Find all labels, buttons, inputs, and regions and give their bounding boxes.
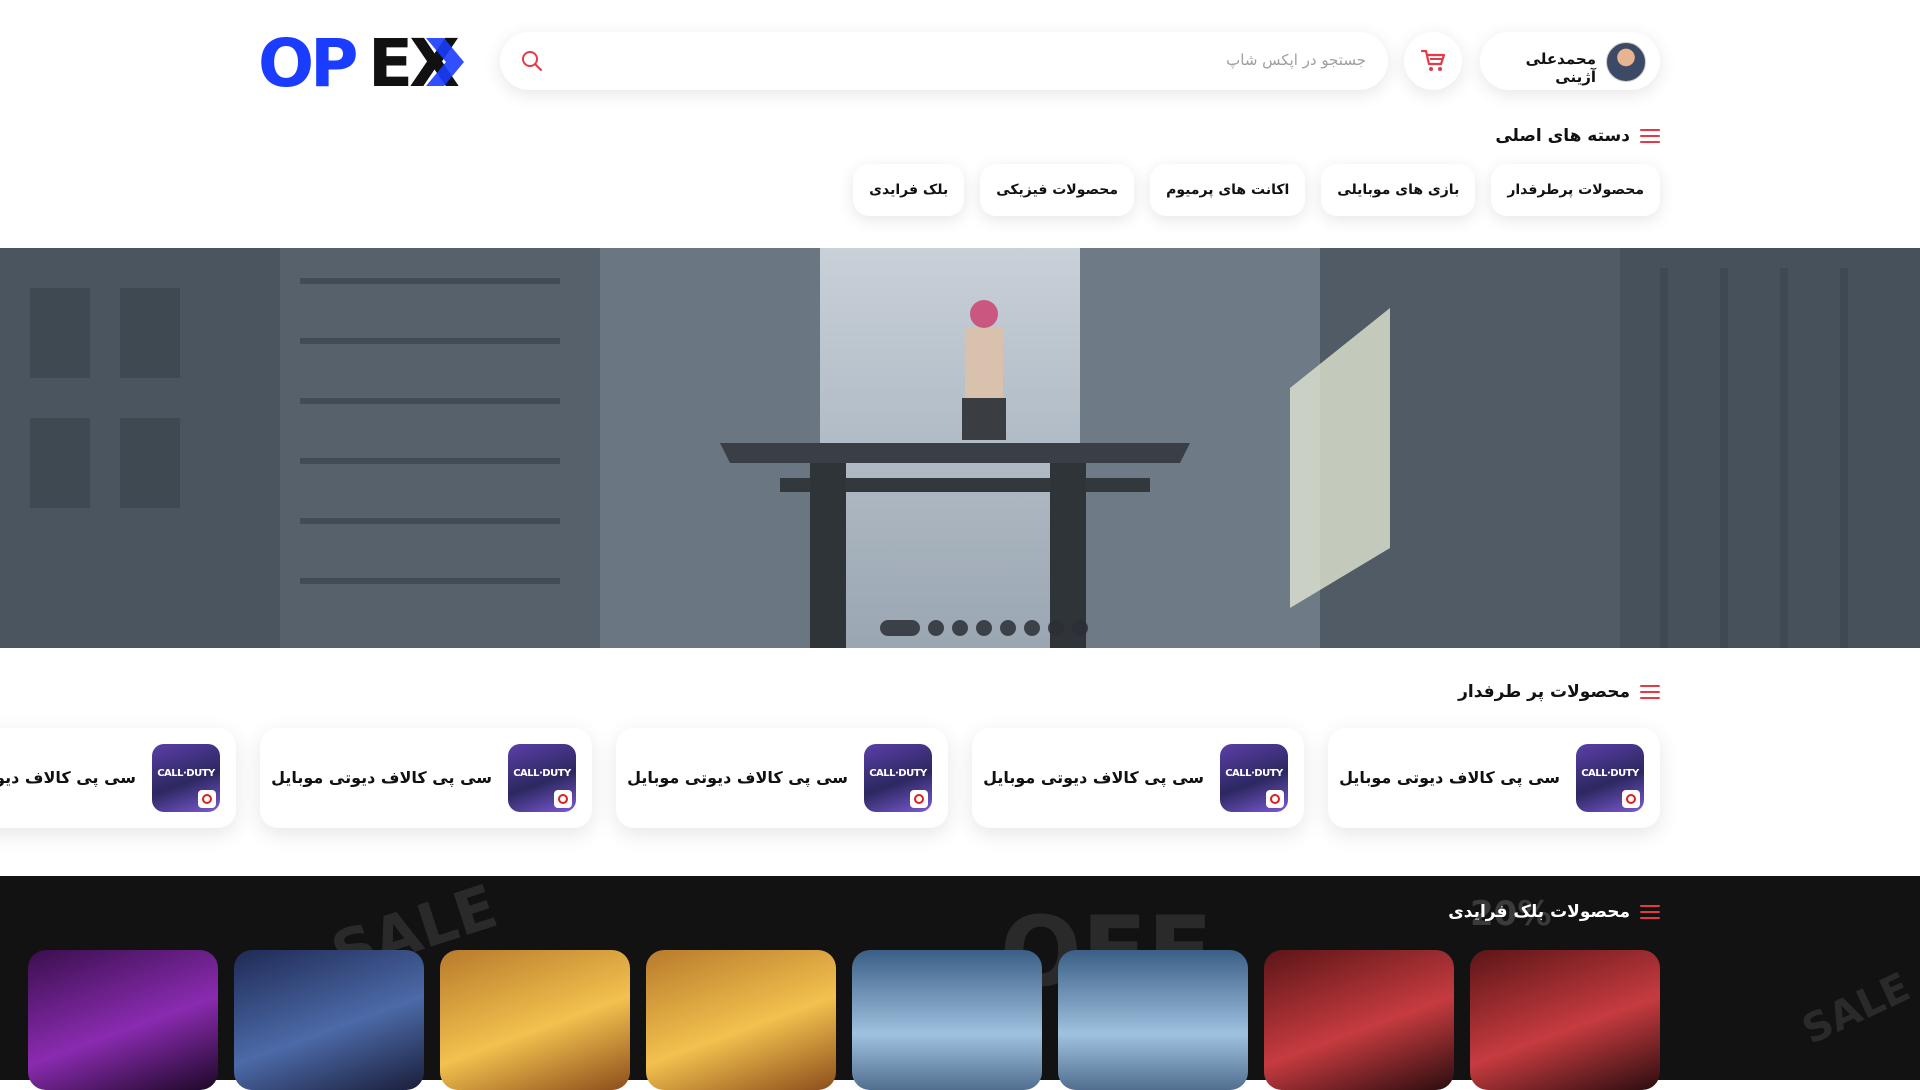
logo-text-op: OP — [258, 30, 356, 94]
avatar — [1606, 42, 1646, 82]
product-thumbnail: CALL·DUTY — [1220, 744, 1288, 812]
category-chips: محصولات پرطرفدار بازی های موبایلی اکانت … — [853, 164, 1660, 216]
slider-dot[interactable] — [928, 620, 944, 636]
categories-title: دسته های اصلی — [1495, 126, 1630, 146]
hero-banner[interactable] — [0, 248, 1920, 648]
product-name: سی پی کالاف دیوتی موبایل — [271, 768, 492, 787]
garena-icon — [554, 790, 572, 808]
product-thumbnail: CALL·DUTY — [508, 744, 576, 812]
product-name: سی پی کالاف دیوتی موبایل — [983, 768, 1204, 787]
menu-icon — [1640, 129, 1660, 143]
slider-dot[interactable] — [1000, 620, 1016, 636]
slider-dot[interactable] — [1072, 620, 1088, 636]
slider-dot[interactable] — [880, 620, 920, 636]
cart-icon — [1420, 49, 1446, 71]
popular-title: محصولات پر طرفدار — [1458, 682, 1630, 702]
search-bar[interactable]: جستجو در اپکس شاپ — [500, 32, 1388, 90]
logo-text-ex: EX — [368, 30, 459, 94]
search-icon[interactable] — [520, 49, 544, 73]
categories-heading: دسته های اصلی — [1495, 126, 1660, 146]
product-thumbnail: CALL·DUTY — [152, 744, 220, 812]
garena-icon — [1266, 790, 1284, 808]
product-card[interactable]: CALL·DUTY سی پی کالاف دیوتی موبایل — [0, 728, 236, 828]
black-friday-heading: محصولات بلک فرایدی — [1448, 902, 1660, 922]
game-card[interactable] — [440, 950, 630, 1090]
category-chip-physical-products[interactable]: محصولات فیزیکی — [980, 164, 1135, 216]
decor-sale: SALE — [1795, 964, 1918, 1054]
product-card[interactable]: CALL·DUTY سی پی کالاف دیوتی موبایل — [972, 728, 1304, 828]
category-chip-premium-accounts[interactable]: اکانت های پرمیوم — [1150, 164, 1306, 216]
game-card[interactable] — [852, 950, 1042, 1090]
hero-image — [0, 248, 1920, 648]
product-name: سی پی کالاف دیوتی موبایل — [627, 768, 848, 787]
menu-icon — [1640, 685, 1660, 699]
product-thumbnail: CALL·DUTY — [1576, 744, 1644, 812]
slider-dot[interactable] — [1048, 620, 1064, 636]
popular-products-row: CALL·DUTY سی پی کالاف دیوتی موبایل CALL·… — [0, 728, 1660, 828]
game-card[interactable] — [646, 950, 836, 1090]
black-friday-title: محصولات بلک فرایدی — [1448, 902, 1630, 922]
product-card[interactable]: CALL·DUTY سی پی کالاف دیوتی موبایل — [260, 728, 592, 828]
cart-button[interactable] — [1404, 32, 1462, 90]
game-card[interactable] — [1058, 950, 1248, 1090]
game-card[interactable] — [234, 950, 424, 1090]
slider-dot[interactable] — [952, 620, 968, 636]
slider-dot[interactable] — [1024, 620, 1040, 636]
popular-heading: محصولات پر طرفدار — [1458, 682, 1660, 702]
category-chip-popular[interactable]: محصولات پرطرفدار — [1491, 164, 1660, 216]
user-profile-button[interactable]: محمدعلی آژینی — [1480, 32, 1660, 90]
product-card[interactable]: CALL·DUTY سی پی کالاف دیوتی موبایل — [616, 728, 948, 828]
slider-dots — [880, 620, 1088, 636]
garena-icon — [910, 790, 928, 808]
category-chip-black-friday[interactable]: بلک فرایدی — [853, 164, 965, 216]
opex-logo[interactable]: OP EX — [258, 25, 484, 102]
game-card[interactable] — [1470, 950, 1660, 1090]
menu-icon — [1640, 905, 1660, 919]
garena-icon — [198, 790, 216, 808]
product-name: سی پی کالاف دیوتی موبایل — [1339, 768, 1560, 787]
slider-dot[interactable] — [976, 620, 992, 636]
user-name: محمدعلی آژینی — [1525, 50, 1596, 86]
search-placeholder[interactable]: جستجو در اپکس شاپ — [1226, 51, 1366, 69]
product-thumbnail: CALL·DUTY — [864, 744, 932, 812]
product-card[interactable]: CALL·DUTY سی پی کالاف دیوتی موبایل — [1328, 728, 1660, 828]
category-chip-mobile-games[interactable]: بازی های موبایلی — [1321, 164, 1476, 216]
game-card[interactable] — [28, 950, 218, 1090]
product-name: سی پی کالاف دیوتی موبایل — [0, 768, 136, 787]
game-card[interactable] — [1264, 950, 1454, 1090]
garena-icon — [1622, 790, 1640, 808]
